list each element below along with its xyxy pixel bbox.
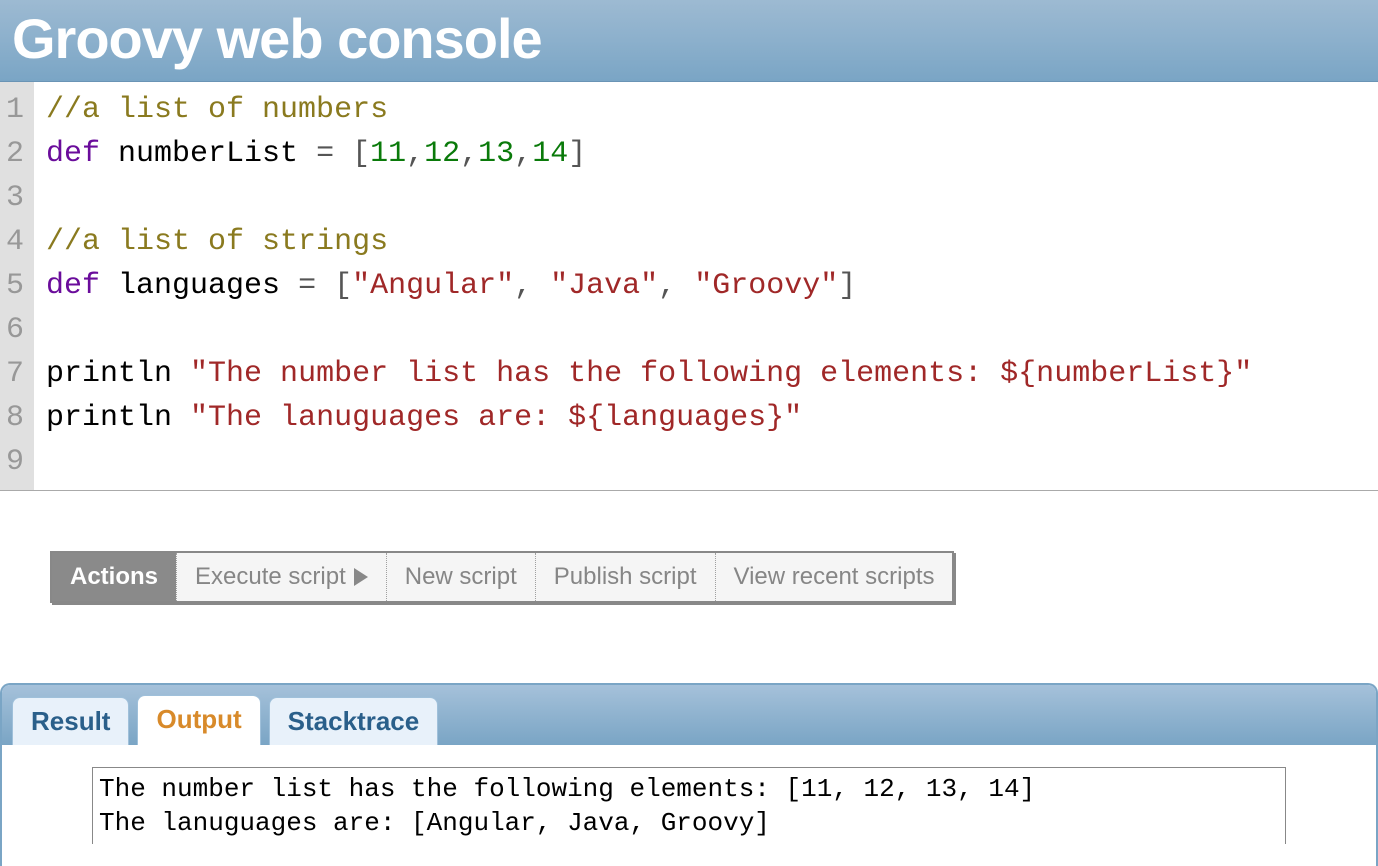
- actions-toolbar: Actions Execute script New script Publish …: [50, 551, 954, 603]
- code-token: [46, 313, 64, 347]
- code-token: ,: [406, 137, 424, 171]
- code-token: = [: [298, 269, 352, 303]
- code-line[interactable]: println "The number list has the followi…: [46, 352, 1366, 396]
- code-token: [46, 181, 64, 215]
- line-number: 4: [6, 220, 24, 264]
- action-label: Publish script: [554, 563, 697, 591]
- code-token: println: [46, 357, 190, 391]
- line-number: 2: [6, 132, 24, 176]
- code-editor[interactable]: 123456789 //a list of numbersdef numberL…: [0, 82, 1378, 491]
- line-number: 6: [6, 308, 24, 352]
- action-view-recent-scripts[interactable]: View recent scripts: [715, 553, 953, 601]
- code-token: "Angular": [352, 269, 514, 303]
- line-number: 9: [6, 440, 24, 484]
- code-line[interactable]: //a list of numbers: [46, 88, 1366, 132]
- code-area[interactable]: //a list of numbersdef numberList = [11,…: [34, 82, 1378, 490]
- header: Groovy web console: [0, 0, 1378, 82]
- code-line[interactable]: def languages = ["Angular", "Java", "Gro…: [46, 264, 1366, 308]
- tab-result[interactable]: Result: [12, 697, 129, 745]
- code-token: ]: [838, 269, 856, 303]
- line-number: 3: [6, 176, 24, 220]
- actions-label: Actions: [52, 553, 176, 601]
- action-label: Execute script: [195, 563, 346, 591]
- code-line[interactable]: [46, 440, 1366, 484]
- code-token: //a list of numbers: [46, 93, 388, 127]
- code-token: "Java": [550, 269, 658, 303]
- action-publish-script[interactable]: Publish script: [535, 553, 715, 601]
- code-token: def: [46, 269, 100, 303]
- code-token: def: [46, 137, 100, 171]
- result-panel: ResultOutputStacktrace The number list h…: [0, 683, 1378, 866]
- code-line[interactable]: def numberList = [11,12,13,14]: [46, 132, 1366, 176]
- code-token: languages: [100, 269, 298, 303]
- code-token: ,: [514, 137, 532, 171]
- code-line[interactable]: [46, 176, 1366, 220]
- code-token: "The number list has the following eleme…: [190, 357, 1252, 391]
- result-tabs: ResultOutputStacktrace: [2, 685, 1376, 745]
- code-token: ]: [568, 137, 586, 171]
- line-number: 5: [6, 264, 24, 308]
- code-token: ,: [460, 137, 478, 171]
- line-number: 8: [6, 396, 24, 440]
- tab-output[interactable]: Output: [137, 695, 260, 745]
- code-token: 13: [478, 137, 514, 171]
- line-number-gutter: 123456789: [0, 82, 34, 490]
- line-number: 1: [6, 88, 24, 132]
- code-token: numberList: [100, 137, 316, 171]
- code-token: println: [46, 401, 190, 435]
- code-token: [46, 445, 64, 479]
- code-line[interactable]: //a list of strings: [46, 220, 1366, 264]
- code-token: 14: [532, 137, 568, 171]
- code-token: ,: [514, 269, 550, 303]
- code-line[interactable]: println "The lanuguages are: ${languages…: [46, 396, 1366, 440]
- code-token: = [: [316, 137, 370, 171]
- code-line[interactable]: [46, 308, 1366, 352]
- code-token: //a list of strings: [46, 225, 388, 259]
- page-title: Groovy web console: [12, 6, 1366, 71]
- line-number: 7: [6, 352, 24, 396]
- code-token: "The lanuguages are: ${languages}": [190, 401, 802, 435]
- action-execute-script[interactable]: Execute script: [176, 553, 386, 601]
- code-token: "Groovy": [694, 269, 838, 303]
- code-token: 12: [424, 137, 460, 171]
- action-label: New script: [405, 563, 517, 591]
- code-token: 11: [370, 137, 406, 171]
- tab-stacktrace[interactable]: Stacktrace: [269, 697, 439, 745]
- code-token: ,: [658, 269, 694, 303]
- action-new-script[interactable]: New script: [386, 553, 535, 601]
- output-text: The number list has the following elemen…: [92, 767, 1286, 844]
- play-icon: [354, 568, 368, 586]
- action-label: View recent scripts: [734, 563, 935, 591]
- output-area: The number list has the following elemen…: [2, 745, 1376, 866]
